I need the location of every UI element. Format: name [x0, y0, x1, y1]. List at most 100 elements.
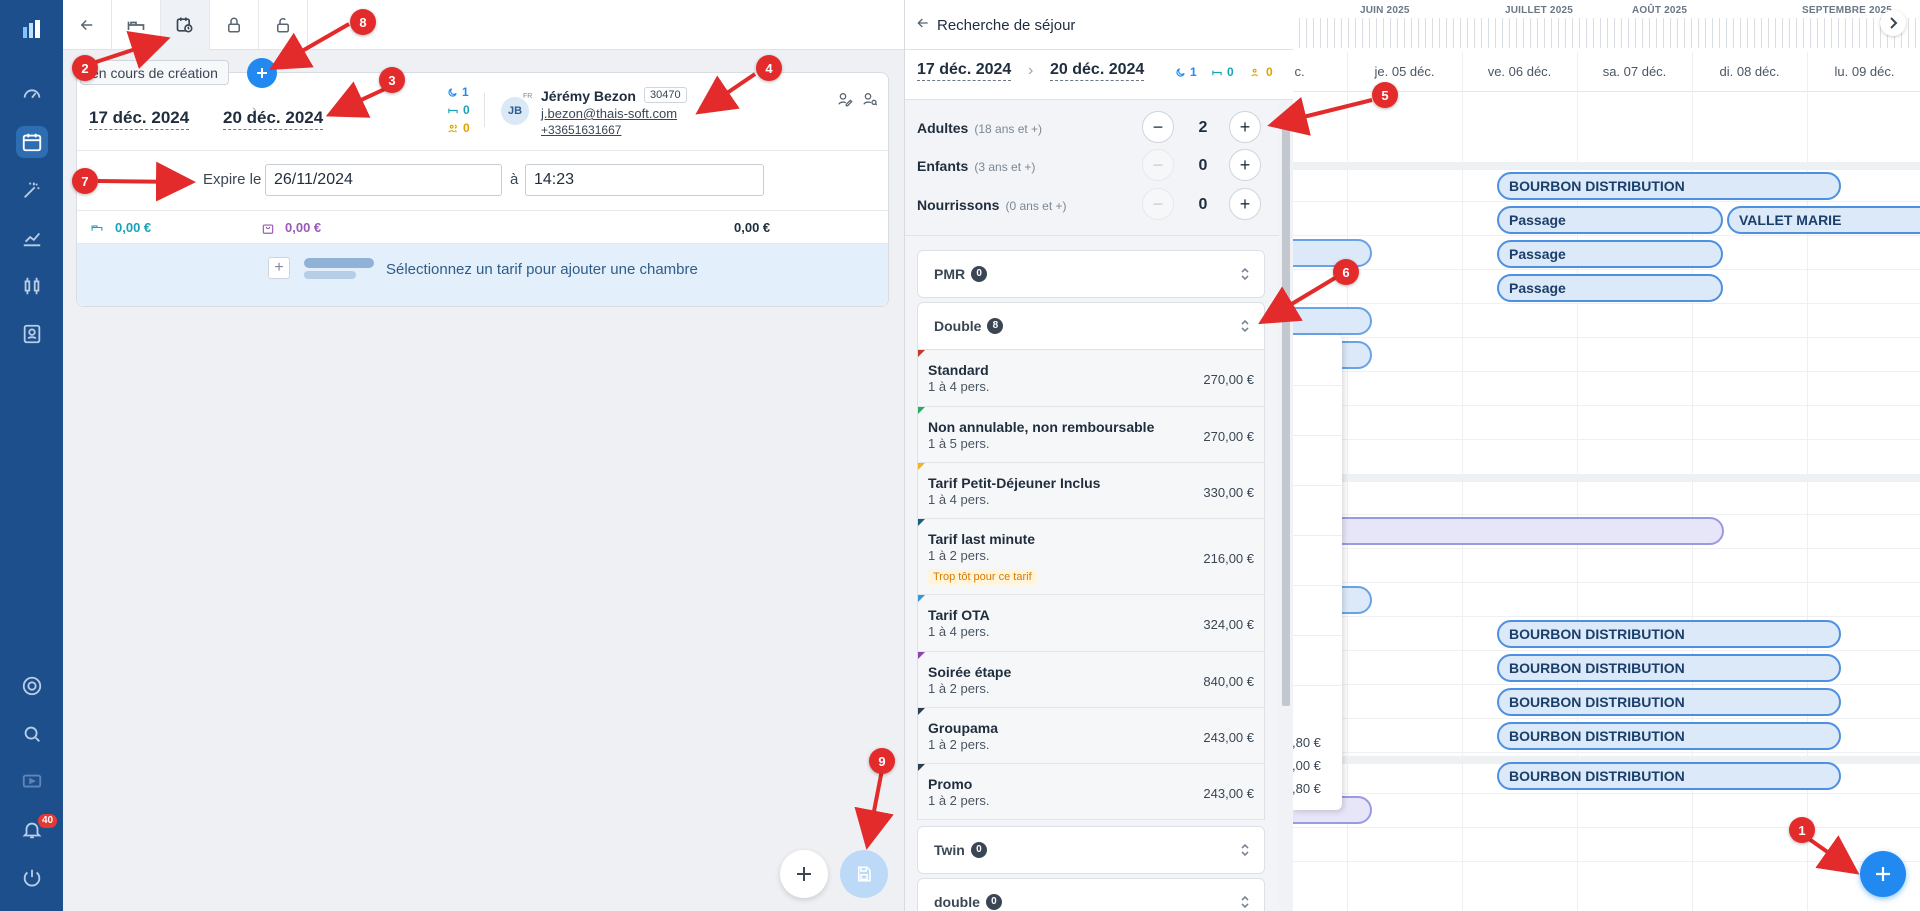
- save-button[interactable]: [840, 850, 888, 898]
- tab-unlock[interactable]: [259, 0, 308, 50]
- rate-price: 324,00 €: [1203, 617, 1254, 632]
- video-icon[interactable]: [16, 766, 48, 798]
- booking-bar[interactable]: [1292, 239, 1372, 267]
- rate-row[interactable]: Promo 1 à 2 pers. 243,00 €: [917, 764, 1265, 820]
- help-icon[interactable]: [16, 670, 48, 702]
- customer-email-link[interactable]: j.bezon@thais-soft.com: [541, 106, 677, 121]
- children-minus-button[interactable]: −: [1142, 149, 1174, 181]
- rate-name: Tarif OTA: [928, 607, 990, 623]
- edit-customer-icon[interactable]: [837, 91, 853, 112]
- panel-arrival-date[interactable]: 17 déc. 2024: [917, 61, 1012, 81]
- rate-row[interactable]: Tarif Petit-Déjeuner Inclus 1 à 4 pers. 33…: [917, 463, 1265, 519]
- customer-name[interactable]: Jérémy Bezon: [541, 88, 636, 104]
- rate-color-marker: [918, 595, 925, 602]
- search-icon[interactable]: [16, 718, 48, 750]
- rate-name: Standard: [928, 362, 989, 378]
- booking-bar[interactable]: Passage: [1497, 240, 1723, 268]
- expire-date-input[interactable]: 26/11/2024: [265, 164, 502, 196]
- month-label: AOÛT 2025: [1632, 5, 1688, 16]
- adults-minus-button[interactable]: −: [1142, 111, 1174, 143]
- lock-icon: [228, 17, 240, 33]
- booking-bar[interactable]: BOURBON DISTRIBUTION: [1497, 762, 1841, 790]
- panel-departure-date[interactable]: 20 déc. 2024: [1050, 61, 1145, 81]
- rate-price: 216,00 €: [1203, 551, 1254, 566]
- category-twin[interactable]: Twin 0: [917, 826, 1265, 874]
- notifications-badge: 40: [38, 814, 58, 828]
- booking-bar[interactable]: [1292, 307, 1372, 335]
- settings-sliders-icon[interactable]: [16, 270, 48, 302]
- back-button[interactable]: [63, 0, 112, 50]
- add-button[interactable]: [780, 850, 828, 898]
- infants-minus-button[interactable]: −: [1142, 188, 1174, 220]
- category-double-lower[interactable]: double 0: [917, 878, 1265, 911]
- planning-grid: JUIN 2025 JUILLET 2025 AOÛT 2025 SEPTEMB…: [1292, 0, 1920, 911]
- booking-bar[interactable]: [1292, 517, 1724, 545]
- expand-icon: [1241, 267, 1249, 281]
- dashboard-icon[interactable]: [16, 78, 48, 110]
- rate-warning-badge: Trop tôt pour ce tarif: [928, 569, 1037, 585]
- add-room-plus-icon[interactable]: +: [268, 257, 290, 279]
- rate-name: Soirée étape: [928, 664, 1012, 680]
- moon-icon: [448, 87, 457, 97]
- departure-date[interactable]: 20 déc. 2024: [223, 108, 324, 130]
- power-icon[interactable]: [16, 862, 48, 894]
- booking-bar[interactable]: BOURBON DISTRIBUTION: [1497, 620, 1841, 648]
- add-room-row[interactable]: + Sélectionnez un tarif pour ajouter une…: [77, 244, 888, 306]
- customer-phone-link[interactable]: +33651631667: [541, 123, 621, 137]
- rate-name: Tarif Petit-Déjeuner Inclus: [928, 475, 1101, 491]
- day-header: di. 08 déc.: [1719, 64, 1780, 79]
- add-item-button[interactable]: [247, 58, 277, 88]
- annotation-marker: 4: [756, 55, 782, 81]
- rate-row[interactable]: Tarif OTA 1 à 4 pers. 324,00 €: [917, 595, 1265, 652]
- add-booking-button[interactable]: [1860, 851, 1906, 897]
- day-header: sa. 07 déc.: [1602, 64, 1667, 79]
- booking-bar[interactable]: BOURBON DISTRIBUTION: [1497, 688, 1841, 716]
- people-icon: [1251, 68, 1258, 76]
- scrollbar-thumb[interactable]: [1282, 128, 1290, 706]
- booking-bar[interactable]: VALLET MARIE: [1727, 206, 1920, 234]
- expand-icon: [1241, 843, 1249, 857]
- expire-time-input[interactable]: 14:23: [525, 164, 764, 196]
- booking-pane: › 17 déc. 2024 20 déc. 2024 1 0 0 JB FR …: [63, 0, 904, 911]
- bed-icon: [91, 225, 103, 231]
- bed-icon: [448, 108, 458, 113]
- calendar-icon[interactable]: [16, 126, 48, 158]
- adults-sub: (18 ans et +): [974, 122, 1043, 136]
- rate-persons: 1 à 2 pers.: [928, 548, 990, 563]
- rate-persons: 1 à 2 pers.: [928, 793, 990, 808]
- adults-plus-button[interactable]: +: [1229, 111, 1261, 143]
- chevron-right-icon: ›: [1028, 62, 1034, 79]
- tab-lock[interactable]: [210, 0, 259, 50]
- arrival-date[interactable]: 17 déc. 2024: [89, 108, 190, 130]
- contacts-icon[interactable]: [16, 318, 48, 350]
- booking-bar[interactable]: BOURBON DISTRIBUTION: [1497, 722, 1841, 750]
- category-pmr[interactable]: PMR 0: [917, 250, 1265, 298]
- statistics-icon[interactable]: [16, 222, 48, 254]
- rate-row[interactable]: Non annulable, non remboursable 1 à 5 per…: [917, 407, 1265, 463]
- search-customer-icon[interactable]: [862, 91, 878, 112]
- booking-bar[interactable]: Passage: [1497, 206, 1723, 234]
- rate-row[interactable]: Standard 1 à 4 pers. 270,00 €: [917, 350, 1265, 407]
- rate-persons: 1 à 4 pers.: [928, 379, 990, 394]
- timeline-next-button[interactable]: [1880, 10, 1906, 36]
- rate-row[interactable]: Tarif last minute 1 à 2 pers. 216,00 € Trop…: [917, 519, 1265, 595]
- rate-row[interactable]: Soirée étape 1 à 2 pers. 840,00 €: [917, 652, 1265, 708]
- booking-bar[interactable]: BOURBON DISTRIBUTION: [1497, 654, 1841, 682]
- panel-back-arrow-icon[interactable]: [915, 15, 931, 36]
- children-plus-button[interactable]: +: [1229, 149, 1261, 181]
- tab-rooms[interactable]: [112, 0, 161, 50]
- adults-label: Adultes: [917, 120, 969, 136]
- booking-bar[interactable]: Passage: [1497, 274, 1723, 302]
- rate-row[interactable]: Groupama 1 à 2 pers. 243,00 €: [917, 708, 1265, 764]
- app-logo-icon[interactable]: [16, 14, 48, 46]
- booking-bar[interactable]: BOURBON DISTRIBUTION: [1497, 172, 1841, 200]
- rate-price: 840,00 €: [1203, 674, 1254, 689]
- tab-planning[interactable]: [161, 0, 210, 50]
- placeholder-skeleton: [304, 271, 356, 279]
- expire-label: Expire le: [203, 171, 262, 188]
- panel-scrollbar[interactable]: [1279, 100, 1293, 911]
- annotation-marker: 2: [72, 55, 98, 81]
- magic-wand-icon[interactable]: [16, 174, 48, 206]
- category-double[interactable]: Double 8: [917, 302, 1265, 350]
- infants-plus-button[interactable]: +: [1229, 188, 1261, 220]
